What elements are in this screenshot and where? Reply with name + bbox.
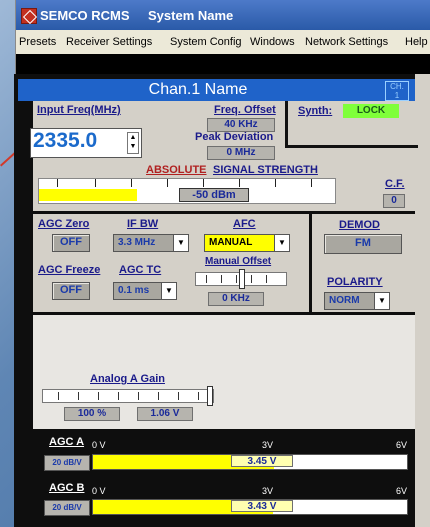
agc-a-tick-6: 6V [396,440,408,450]
manual-offset-thumb[interactable] [239,269,245,289]
input-freq-value: 2335.0 [33,129,98,152]
agc-b-tick-0: 0 V [92,486,106,496]
channel-label: CH. [390,82,404,91]
polarity-label: POLARITY [327,276,383,288]
agc-a-label: AGC A [49,436,85,448]
menu-system-config[interactable]: System Config [170,36,242,48]
analog-gain-slider[interactable] [42,386,214,406]
cf-value: 0 [383,194,405,208]
agc-b-value: 3.43 V [231,500,293,512]
menu-bar: Presets Receiver Settings System Config … [16,30,430,54]
agc-a-tick-3: 3V [262,440,274,450]
demod-label: DEMOD [339,219,380,231]
agc-b-tick-6: 6V [396,486,408,496]
agc-freeze-label: AGC Freeze [38,264,101,276]
manual-offset-slider[interactable] [195,269,287,289]
absolute-label: ABSOLUTE [146,164,207,176]
agc-a-bar: 3.45 V [92,454,408,470]
signal-strength-label: SIGNAL STRENGTH [213,164,318,176]
manual-offset-value: 0 KHz [208,292,264,306]
polarity-dropdown[interactable]: NORM ▼ [324,292,390,310]
menu-receiver-settings[interactable]: Receiver Settings [66,36,152,48]
agc-b-scale: 20 dB/V [44,500,90,516]
peak-deviation-value: 0 MHz [207,146,275,160]
freq-offset-label: Freq. Offset [214,104,276,116]
peak-deviation-label: Peak Deviation [195,131,274,143]
toolbar-band [16,54,430,74]
afc-dropdown[interactable]: MANUAL ▼ [204,234,290,252]
input-freq-label: Input Freq(MHz) [37,104,121,116]
if-bw-label: IF BW [127,218,159,230]
analog-gain-label: Analog A Gain [90,373,165,385]
title-bar[interactable]: SEMCO RCMS System Name [16,0,430,30]
polarity-value: NORM [329,295,360,306]
channel-name: Chan.1 Name [148,81,248,98]
analog-gain-percent: 100 % [64,407,120,421]
freq-offset-value: 40 KHz [207,118,275,132]
manual-offset-label: Manual Offset [205,256,272,267]
menu-help[interactable]: Help [405,36,428,48]
signal-strength-meter: -50 dBm [38,178,336,204]
agc-tc-dropdown[interactable]: 0.1 ms ▼ [113,282,177,300]
agc-zero-button[interactable]: OFF [52,234,90,252]
afc-label: AFC [233,218,256,230]
signal-strength-value: -50 dBm [179,188,249,202]
synth-status-indicator: LOCK [343,104,399,118]
afc-value: MANUAL [209,237,253,248]
signal-strength-fill [39,189,137,201]
analog-gain-voltage: 1.06 V [137,407,193,421]
agc-b-label: AGC B [49,482,85,494]
agc-a-scale: 20 dB/V [44,455,90,471]
demod-button[interactable]: FM [324,234,402,254]
channel-header: Chan.1 Name CH. 1 [18,79,415,101]
synth-label: Synth: [298,105,333,117]
menu-network-settings[interactable]: Network Settings [305,36,388,48]
agc-freeze-button[interactable]: OFF [52,282,90,300]
menu-presets[interactable]: Presets [19,36,56,48]
menu-windows[interactable]: Windows [250,36,295,48]
channel-number-box: CH. 1 [385,81,409,101]
agc-a-value: 3.45 V [231,455,293,467]
chevron-down-icon: ▼ [161,283,176,299]
chevron-down-icon: ▼ [374,293,389,309]
agc-b-tick-3: 3V [262,486,274,496]
freq-spinner-icon[interactable]: ▲ ▼ [127,132,139,154]
if-bw-dropdown[interactable]: 3.3 MHz ▼ [113,234,189,252]
input-freq-field[interactable]: 2335.0 ▲ ▼ [30,128,142,158]
channel-number: 1 [394,91,400,100]
agc-b-bar: 3.43 V [92,499,408,515]
system-name: System Name [148,8,234,23]
app-icon [21,8,37,24]
app-title: SEMCO RCMS [40,8,130,23]
chevron-down-icon: ▼ [274,235,289,251]
agc-a-tick-0: 0 V [92,440,106,450]
analog-gain-thumb[interactable] [207,386,213,406]
agc-zero-label: AGC Zero [38,218,90,230]
if-bw-value: 3.3 MHz [118,237,156,248]
cf-label: C.F. [385,178,405,190]
agc-tc-label: AGC TC [119,264,162,276]
chevron-down-icon: ▼ [173,235,188,251]
agc-tc-value: 0.1 ms [118,285,150,296]
